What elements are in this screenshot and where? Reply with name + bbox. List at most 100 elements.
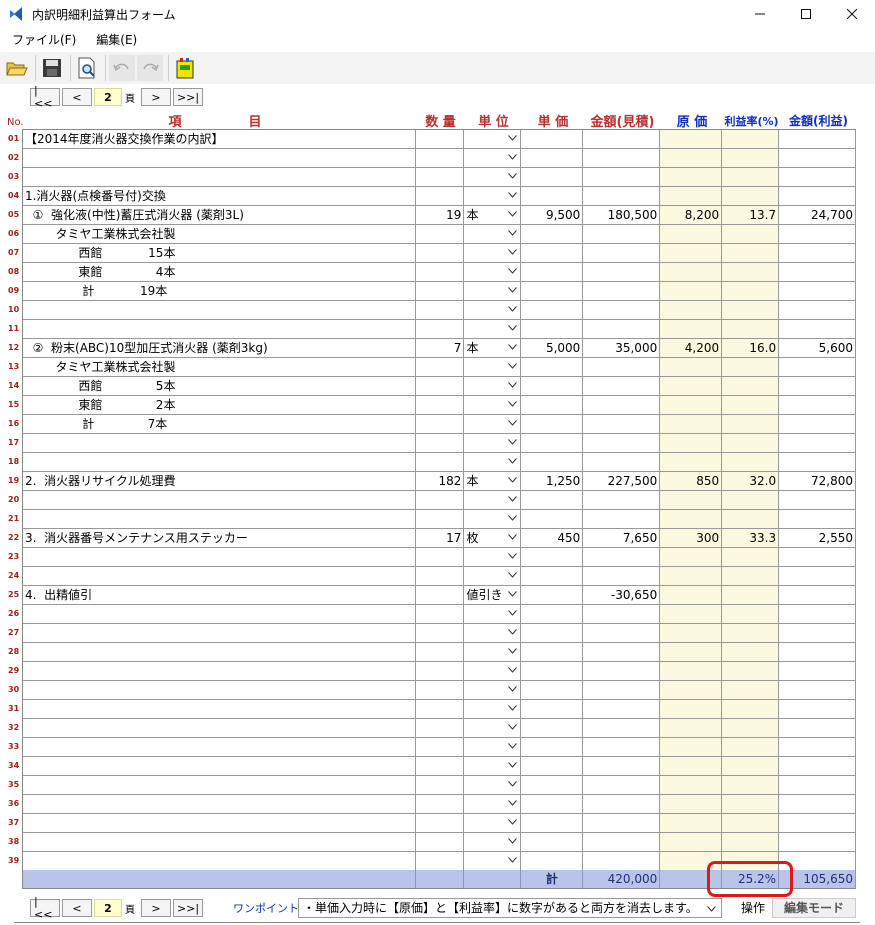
cell-amount[interactable] xyxy=(583,168,661,187)
cell-qty[interactable] xyxy=(415,795,465,814)
cell-unit-select[interactable] xyxy=(464,624,522,643)
cell-qty[interactable] xyxy=(415,415,465,434)
cell-rate[interactable] xyxy=(722,624,780,643)
cell-amount[interactable] xyxy=(583,852,661,871)
operation-button[interactable]: 操作 xyxy=(734,898,772,918)
cell-unit-select[interactable] xyxy=(464,263,522,282)
cell-cost[interactable]: 8,200 xyxy=(660,206,723,225)
cell-profit[interactable] xyxy=(779,358,856,377)
cell-qty[interactable] xyxy=(415,757,465,776)
cell-rate[interactable] xyxy=(722,700,780,719)
cell-cost[interactable] xyxy=(660,814,723,833)
cell-qty[interactable] xyxy=(415,358,465,377)
cell-price[interactable] xyxy=(521,757,584,776)
cell-unit-select[interactable] xyxy=(464,662,522,681)
cell-amount[interactable] xyxy=(583,377,661,396)
cell-item[interactable] xyxy=(23,700,416,719)
cell-cost[interactable] xyxy=(660,510,723,529)
cell-amount[interactable] xyxy=(583,187,661,206)
cell-cost[interactable] xyxy=(660,320,723,339)
cell-item[interactable] xyxy=(23,548,416,567)
cell-cost[interactable] xyxy=(660,301,723,320)
edit-mode-button[interactable]: 編集モード xyxy=(772,898,856,918)
cell-price[interactable] xyxy=(521,187,584,206)
cell-price[interactable] xyxy=(521,700,584,719)
cell-rate[interactable] xyxy=(722,320,780,339)
cell-rate[interactable] xyxy=(722,396,780,415)
cell-qty[interactable] xyxy=(415,282,465,301)
cell-unit-select[interactable] xyxy=(464,396,522,415)
cell-cost[interactable] xyxy=(660,149,723,168)
cell-unit-select[interactable] xyxy=(464,282,522,301)
cell-rate[interactable] xyxy=(722,548,780,567)
cell-item[interactable] xyxy=(23,149,416,168)
cell-item[interactable] xyxy=(23,301,416,320)
cell-price[interactable] xyxy=(521,491,584,510)
cell-item[interactable] xyxy=(23,852,416,871)
cell-item[interactable]: 西館 15本 xyxy=(23,244,416,263)
cell-profit[interactable] xyxy=(779,548,856,567)
cell-cost[interactable] xyxy=(660,776,723,795)
cell-unit-select[interactable]: 値引き xyxy=(464,586,522,605)
cell-profit[interactable] xyxy=(779,377,856,396)
cell-cost[interactable] xyxy=(660,586,723,605)
cell-amount[interactable] xyxy=(583,643,661,662)
cell-unit-select[interactable] xyxy=(464,738,522,757)
cell-profit[interactable] xyxy=(779,453,856,472)
cell-amount[interactable] xyxy=(583,149,661,168)
cell-profit[interactable] xyxy=(779,149,856,168)
cell-rate[interactable]: 32.0 xyxy=(722,472,780,491)
open-button[interactable] xyxy=(4,55,30,81)
cell-unit-select[interactable] xyxy=(464,225,522,244)
cell-unit-select[interactable] xyxy=(464,814,522,833)
cell-item[interactable]: 4. 出精値引 xyxy=(23,586,416,605)
cell-profit[interactable] xyxy=(779,814,856,833)
cell-unit-select[interactable]: 枚 xyxy=(464,529,522,548)
cell-item[interactable] xyxy=(23,624,416,643)
cell-unit-select[interactable] xyxy=(464,605,522,624)
cell-item[interactable]: 東館 4本 xyxy=(23,263,416,282)
cell-price[interactable] xyxy=(521,130,584,149)
cell-price[interactable] xyxy=(521,415,584,434)
cell-price[interactable] xyxy=(521,586,584,605)
print-preview-button[interactable] xyxy=(74,55,100,81)
cell-cost[interactable] xyxy=(660,643,723,662)
cell-cost[interactable] xyxy=(660,567,723,586)
cell-item[interactable] xyxy=(23,567,416,586)
cell-rate[interactable] xyxy=(722,301,780,320)
cell-item[interactable] xyxy=(23,833,416,852)
cell-unit-select[interactable] xyxy=(464,491,522,510)
cell-price[interactable] xyxy=(521,263,584,282)
cell-price[interactable] xyxy=(521,396,584,415)
cell-item[interactable] xyxy=(23,738,416,757)
cell-amount[interactable] xyxy=(583,833,661,852)
cell-rate[interactable] xyxy=(722,187,780,206)
cell-amount[interactable] xyxy=(583,263,661,282)
cell-qty[interactable] xyxy=(415,320,465,339)
cell-item[interactable] xyxy=(23,795,416,814)
cell-rate[interactable] xyxy=(722,586,780,605)
cell-unit-select[interactable] xyxy=(464,567,522,586)
cell-rate[interactable] xyxy=(722,168,780,187)
cell-price[interactable] xyxy=(521,168,584,187)
cell-rate[interactable]: 16.0 xyxy=(722,339,780,358)
cell-item[interactable] xyxy=(23,662,416,681)
last-page-button[interactable]: >>| xyxy=(173,88,203,106)
cell-profit[interactable] xyxy=(779,795,856,814)
cell-unit-select[interactable] xyxy=(464,548,522,567)
cell-cost[interactable] xyxy=(660,738,723,757)
cell-amount[interactable] xyxy=(583,244,661,263)
cell-cost[interactable] xyxy=(660,681,723,700)
cell-profit[interactable] xyxy=(779,719,856,738)
cell-amount[interactable] xyxy=(583,282,661,301)
cell-cost[interactable]: 300 xyxy=(660,529,723,548)
cell-unit-select[interactable]: 本 xyxy=(464,339,522,358)
cell-unit-select[interactable] xyxy=(464,415,522,434)
cell-price[interactable] xyxy=(521,605,584,624)
cell-item[interactable]: 【2014年度消火器交換作業の内訳】 xyxy=(23,130,416,149)
cell-rate[interactable] xyxy=(722,605,780,624)
cell-item[interactable] xyxy=(23,776,416,795)
cell-item[interactable]: 計 19本 xyxy=(23,282,416,301)
cell-item[interactable] xyxy=(23,491,416,510)
cell-amount[interactable] xyxy=(583,738,661,757)
